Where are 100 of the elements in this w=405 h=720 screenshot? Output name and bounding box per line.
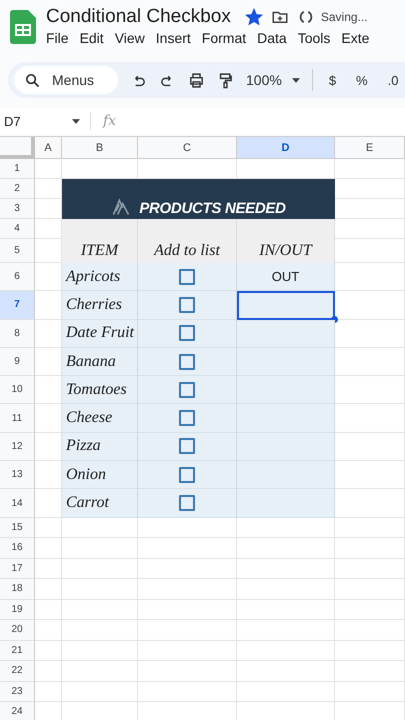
row-header[interactable]: 23: [0, 682, 35, 702]
row-header[interactable]: 13: [0, 461, 35, 490]
active-cell[interactable]: [237, 291, 335, 320]
row-header[interactable]: 4: [0, 219, 35, 239]
table-cell[interactable]: [237, 320, 335, 348]
table-cell[interactable]: [237, 432, 335, 462]
table-cell[interactable]: [237, 348, 335, 376]
empty-cell[interactable]: [335, 682, 405, 702]
row-header[interactable]: 10: [0, 376, 35, 404]
empty-cell[interactable]: [138, 579, 237, 600]
caret-icon[interactable]: [72, 118, 80, 124]
menu-item[interactable]: Data: [257, 30, 287, 46]
empty-cell[interactable]: [335, 518, 405, 538]
empty-cell[interactable]: [138, 600, 237, 620]
empty-cell[interactable]: [62, 600, 138, 620]
column-header[interactable]: E: [335, 137, 405, 159]
empty-cell[interactable]: [138, 682, 237, 702]
search-field[interactable]: Menus: [14, 66, 118, 94]
row-header[interactable]: 3: [0, 199, 35, 219]
empty-cell[interactable]: [62, 661, 138, 682]
table-cell[interactable]: [237, 376, 335, 404]
empty-cell[interactable]: [335, 640, 405, 662]
format-button[interactable]: .0: [384, 72, 402, 88]
row-header[interactable]: 1: [0, 159, 35, 179]
checkbox[interactable]: [179, 410, 195, 426]
menu-item[interactable]: Tools: [298, 30, 330, 46]
row-header[interactable]: 6: [0, 263, 35, 292]
row-header[interactable]: 21: [0, 640, 35, 662]
column-header[interactable]: A: [35, 137, 62, 159]
row-header[interactable]: 12: [0, 432, 35, 462]
menu-item[interactable]: Insert: [156, 30, 191, 46]
column-header[interactable]: D: [237, 137, 335, 159]
checkbox[interactable]: [179, 268, 195, 285]
row-header[interactable]: 5: [0, 239, 35, 263]
row-header[interactable]: 15: [0, 518, 35, 538]
empty-cell[interactable]: [335, 538, 405, 559]
empty-cell[interactable]: [335, 661, 405, 682]
checkbox[interactable]: [179, 495, 195, 512]
row-header[interactable]: 9: [0, 348, 35, 376]
empty-cell[interactable]: [62, 538, 138, 559]
menu-item[interactable]: Edit: [80, 30, 104, 46]
menu-item[interactable]: File: [46, 30, 69, 46]
empty-cell[interactable]: [138, 558, 237, 580]
empty-cell[interactable]: [138, 538, 237, 559]
row-header[interactable]: 17: [0, 558, 35, 580]
menu-item[interactable]: Format: [202, 30, 246, 46]
name-box[interactable]: D7: [0, 114, 72, 128]
checkbox[interactable]: [179, 325, 195, 342]
empty-cell[interactable]: [62, 640, 138, 662]
zoom-dropdown[interactable]: 100%: [246, 72, 300, 88]
column-header[interactable]: C: [138, 137, 237, 159]
row-header[interactable]: 22: [0, 661, 35, 682]
format-button[interactable]: $: [324, 72, 340, 88]
empty-cell[interactable]: [237, 661, 335, 682]
checkbox[interactable]: [179, 466, 195, 483]
row-header[interactable]: 24: [0, 702, 35, 720]
checkbox[interactable]: [179, 438, 195, 454]
empty-cell[interactable]: [335, 558, 405, 580]
table-cell[interactable]: [237, 404, 335, 433]
row-header[interactable]: 14: [0, 489, 35, 518]
empty-cell[interactable]: [335, 620, 405, 641]
empty-cell[interactable]: [335, 579, 405, 600]
document-title[interactable]: Conditional Checkbox: [46, 6, 231, 28]
empty-cell[interactable]: [62, 682, 138, 702]
empty-cell[interactable]: [237, 620, 335, 641]
row-header[interactable]: 18: [0, 579, 35, 600]
column-header[interactable]: B: [62, 137, 138, 159]
row-header[interactable]: 20: [0, 620, 35, 641]
row-header[interactable]: 8: [0, 320, 35, 348]
star-icon[interactable]: [244, 8, 263, 26]
empty-cell[interactable]: [62, 620, 138, 641]
row-header[interactable]: 19: [0, 600, 35, 620]
empty-cell[interactable]: [237, 579, 335, 600]
empty-cell[interactable]: [138, 661, 237, 682]
format-button[interactable]: %: [352, 72, 372, 88]
menu-item[interactable]: View: [114, 30, 145, 46]
row-header[interactable]: 7: [0, 291, 35, 320]
paint-format-icon[interactable]: [217, 72, 234, 88]
empty-cell[interactable]: [237, 682, 335, 702]
menu-item[interactable]: Exte: [341, 30, 370, 46]
empty-cell[interactable]: [335, 159, 405, 179]
checkbox[interactable]: [179, 354, 195, 370]
print-icon[interactable]: [188, 72, 205, 88]
empty-cell[interactable]: [237, 538, 335, 559]
empty-cell[interactable]: [237, 558, 335, 580]
empty-cell[interactable]: [138, 620, 237, 641]
table-cell[interactable]: [237, 489, 335, 518]
checkbox[interactable]: [179, 382, 195, 398]
checkbox[interactable]: [179, 296, 195, 313]
empty-cell[interactable]: [62, 579, 138, 600]
empty-cell[interactable]: [138, 640, 237, 662]
empty-cell[interactable]: [237, 600, 335, 620]
row-header[interactable]: 11: [0, 404, 35, 433]
empty-cell[interactable]: [335, 600, 405, 620]
table-cell[interactable]: OUT: [237, 263, 335, 292]
table-cell[interactable]: [237, 461, 335, 490]
row-header[interactable]: 16: [0, 538, 35, 559]
select-all-corner[interactable]: [0, 137, 35, 159]
sheets-logo-icon[interactable]: [10, 10, 36, 44]
empty-cell[interactable]: [62, 558, 138, 580]
